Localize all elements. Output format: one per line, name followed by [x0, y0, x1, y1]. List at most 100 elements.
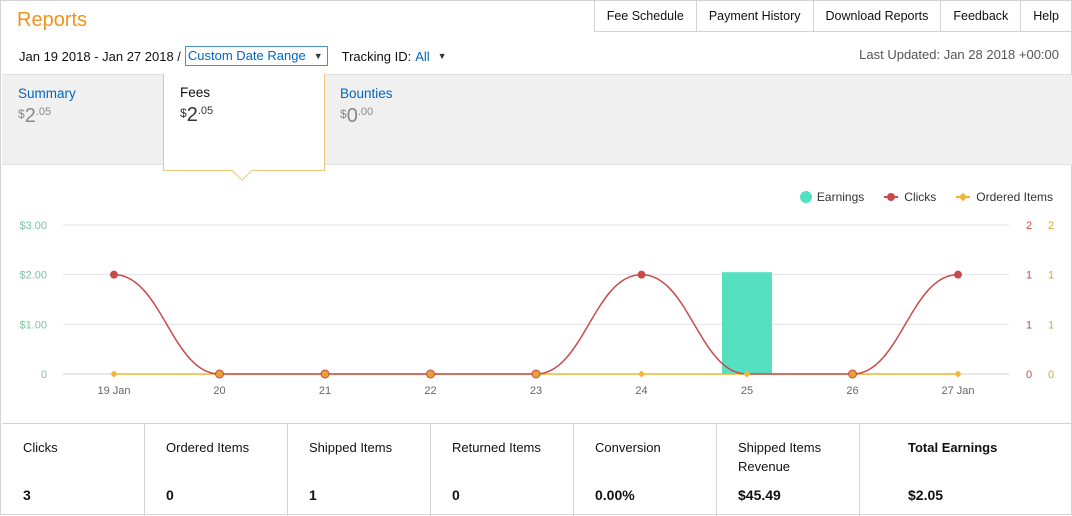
date-range-text: Jan 19 2018 - Jan 27 2018 /	[19, 48, 181, 64]
legend-ordered-label: Ordered Items	[976, 190, 1053, 204]
stat-ordered-items: Ordered Items 0	[145, 424, 288, 516]
tab-summary[interactable]: Summary $ 2 .05	[2, 75, 162, 165]
caret-down-icon: ▼	[313, 51, 323, 61]
stat-value: 0	[166, 487, 174, 503]
tab-fees[interactable]: Fees $ 2 .05	[163, 74, 325, 171]
stat-label: Clicks	[23, 440, 58, 455]
y-tick-label-clicks: 1	[1026, 319, 1032, 331]
stat-value: 1	[309, 487, 317, 503]
amount-whole: 2	[24, 105, 36, 127]
y-tick-label-ordered: 2	[1048, 220, 1054, 232]
date-range-dropdown[interactable]: Custom Date Range ▼	[184, 46, 328, 66]
point-ordered-items	[954, 370, 962, 378]
legend-clicks[interactable]: Clicks	[884, 190, 936, 204]
stat-label: Total Earnings	[908, 440, 998, 455]
x-tick-label: 25	[741, 385, 753, 397]
tracking-id-label: Tracking ID:	[341, 48, 412, 64]
top-nav: Fee Schedule Payment History Download Re…	[593, 1, 1071, 32]
x-tick-label: 22	[424, 385, 436, 397]
point-clicks	[848, 369, 857, 379]
y-tick-label-left: $1.00	[19, 319, 47, 331]
legend-clicks-label: Clicks	[904, 190, 937, 204]
date-range-dropdown-label: Custom Date Range	[187, 48, 306, 63]
tracking-id-value: All	[415, 48, 430, 64]
stat-value: $2.05	[908, 487, 944, 503]
point-clicks	[637, 270, 646, 279]
stat-shipped-revenue: Shipped Items Revenue $45.49	[717, 424, 860, 516]
currency-symbol: $	[180, 106, 187, 120]
point-ordered-items	[110, 370, 118, 378]
legend-earnings-label: Earnings	[816, 190, 865, 204]
point-ordered-items	[637, 370, 646, 378]
filter-bar: Jan 19 2018 - Jan 27 2018 / Custom Date …	[19, 46, 447, 66]
amount-fraction: .05	[197, 105, 214, 117]
stat-conversion: Conversion 0.00%	[574, 424, 717, 516]
nav-download-reports[interactable]: Download Reports	[814, 1, 942, 31]
point-clicks	[531, 369, 541, 379]
y-tick-label-left: $2.00	[19, 270, 47, 282]
y-tick-label-left: $3.00	[19, 220, 47, 232]
chart-legend: Earnings Clicks Ordered Items	[780, 190, 1053, 204]
stat-value: $45.49	[738, 487, 781, 503]
clicks-swatch	[884, 193, 899, 201]
bar-earnings	[722, 272, 772, 374]
page-title: Reports	[17, 9, 88, 31]
nav-help[interactable]: Help	[1021, 1, 1071, 31]
tab-bounties-amount: $ 0 .00	[340, 105, 484, 128]
x-tick-label: 27 Jan	[941, 385, 974, 397]
legend-earnings[interactable]: Earnings	[799, 190, 865, 204]
stat-label: Returned Items	[452, 440, 541, 455]
y-tick-label-ordered: 1	[1048, 270, 1054, 282]
x-tick-label: 21	[319, 385, 331, 397]
y-tick-label-clicks: 1	[1026, 270, 1032, 282]
tab-fees-amount: $ 2 .05	[180, 104, 324, 127]
tab-summary-amount: $ 2 .05	[18, 105, 162, 128]
stat-shipped-items: Shipped Items 1	[288, 424, 431, 516]
stat-label: Shipped Items	[309, 440, 393, 455]
reports-panel: Reports Fee Schedule Payment History Dow…	[0, 0, 1072, 516]
x-tick-label: 26	[846, 385, 858, 397]
legend-ordered-items[interactable]: Ordered Items	[956, 190, 1053, 204]
tab-bounties-label: Bounties	[340, 86, 393, 101]
stat-value: 0	[452, 487, 460, 503]
tab-bounties[interactable]: Bounties $ 0 .00	[324, 75, 484, 165]
stat-total-earnings: Total Earnings $2.05	[860, 424, 1072, 516]
currency-symbol: $	[340, 107, 347, 121]
tracking-id-filter[interactable]: Tracking ID: All ▼	[342, 49, 447, 64]
amount-fraction: .05	[35, 106, 52, 118]
x-tick-label: 20	[213, 385, 225, 397]
x-tick-label: 19 Jan	[97, 385, 130, 397]
tab-summary-label: Summary	[18, 86, 76, 101]
stat-label: Ordered Items	[166, 440, 250, 455]
ordered-swatch	[956, 192, 971, 202]
stat-clicks: Clicks 3	[2, 424, 145, 516]
earnings-chart: 0 0 0$1.00 1 1$2.00 1 1$3.00 2 219 Jan 20 21 22 23 24…	[19, 220, 1054, 397]
x-tick-label: 24	[635, 385, 647, 397]
earnings-swatch	[799, 191, 812, 203]
x-tick-label: 23	[530, 385, 542, 397]
point-clicks	[215, 369, 224, 379]
stat-label: Conversion	[595, 440, 661, 455]
y-tick-label-clicks: 0	[1026, 369, 1032, 381]
nav-fee-schedule[interactable]: Fee Schedule	[595, 1, 697, 31]
stat-returned-items: Returned Items 0	[431, 424, 574, 516]
amount-whole: 0	[346, 105, 358, 127]
amount-whole: 2	[186, 104, 198, 126]
tab-fees-label: Fees	[180, 85, 211, 100]
last-updated: Last Updated: Jan 28 2018 +00:00	[859, 47, 1059, 62]
point-clicks	[954, 270, 962, 279]
nav-payment-history[interactable]: Payment History	[697, 1, 814, 31]
y-tick-label-ordered: 1	[1048, 319, 1054, 331]
point-clicks	[320, 369, 330, 379]
stats-bar: Clicks 3 Ordered Items 0 Shipped Items 1…	[2, 423, 1072, 516]
stat-label: Shipped Items Revenue	[738, 440, 822, 474]
stat-value: 0.00%	[595, 487, 635, 503]
y-tick-label-clicks: 2	[1026, 220, 1032, 232]
point-clicks	[110, 270, 118, 279]
nav-feedback[interactable]: Feedback	[941, 1, 1022, 31]
y-tick-label-left: 0	[41, 369, 47, 381]
stat-value: 3	[23, 487, 31, 503]
point-clicks	[426, 369, 435, 379]
y-tick-label-ordered: 0	[1048, 369, 1054, 381]
currency-symbol: $	[18, 107, 25, 121]
